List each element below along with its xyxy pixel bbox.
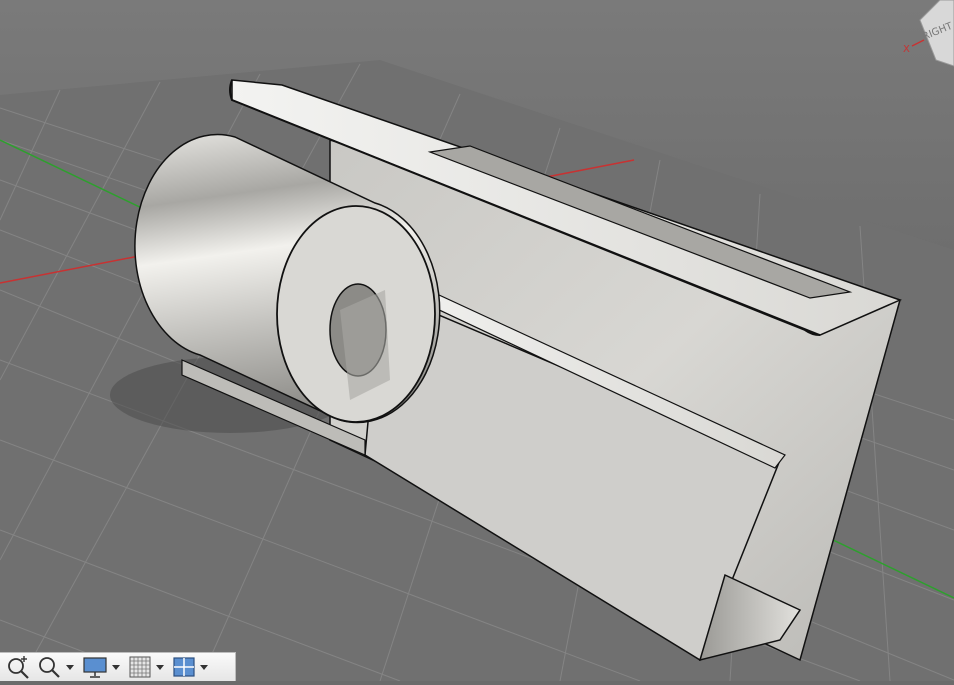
navigation-toolbar xyxy=(0,652,236,681)
viewports-icon xyxy=(173,657,195,677)
3d-canvas[interactable] xyxy=(0,0,954,681)
zoom-icon xyxy=(39,657,60,678)
grid-settings-icon xyxy=(129,656,151,678)
zoom-button[interactable] xyxy=(36,654,78,680)
zoom-window-icon xyxy=(8,656,29,679)
grid-settings-button[interactable] xyxy=(128,654,168,680)
grid-settings-dropdown-icon[interactable] xyxy=(156,664,164,670)
viewports-dropdown-icon[interactable] xyxy=(200,664,208,670)
zoom-dropdown-icon[interactable] xyxy=(66,664,74,670)
viewports-button[interactable] xyxy=(172,654,212,680)
display-settings-icon xyxy=(83,657,107,678)
display-settings-dropdown-icon[interactable] xyxy=(112,664,120,670)
display-settings-button[interactable] xyxy=(82,654,124,680)
zoom-window-button[interactable] xyxy=(6,654,32,680)
